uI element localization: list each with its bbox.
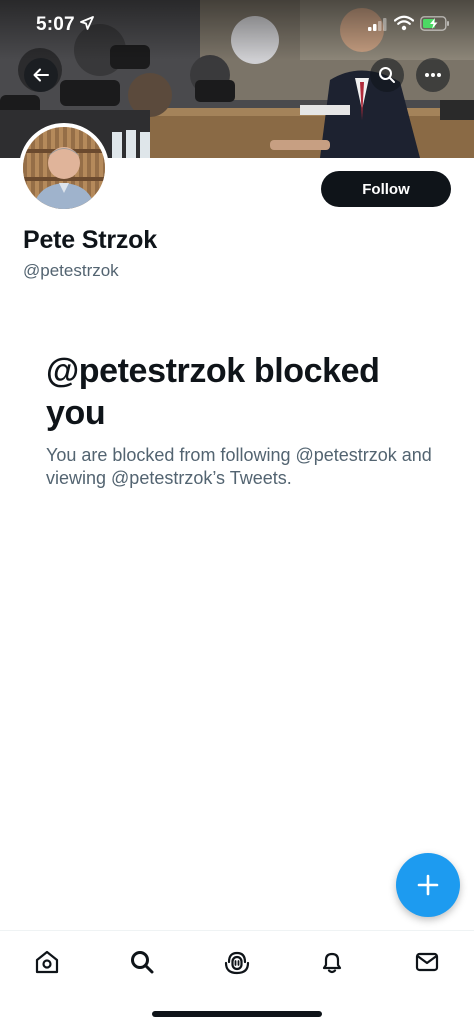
search-icon <box>131 951 154 974</box>
search-icon <box>379 67 395 83</box>
profile-display-name: Pete Strzok <box>23 226 157 254</box>
back-button[interactable] <box>24 58 58 92</box>
notifications-icon <box>322 952 342 974</box>
messages-icon <box>415 952 439 972</box>
spaces-icon <box>224 951 250 975</box>
profile-avatar[interactable] <box>19 123 109 213</box>
cellular-signal-icon <box>368 17 388 36</box>
compose-tweet-button[interactable] <box>396 853 460 917</box>
status-time: 5:07 <box>36 14 75 35</box>
follow-button[interactable]: Follow <box>321 171 451 207</box>
tab-notifications[interactable] <box>308 945 356 979</box>
status-bar: 5:07 <box>0 0 474 50</box>
tab-messages[interactable] <box>403 945 451 979</box>
avatar-photo <box>23 127 105 209</box>
blocked-description: You are blocked from following @petestrz… <box>46 445 432 488</box>
tab-home[interactable] <box>23 945 71 979</box>
search-button[interactable] <box>370 58 404 92</box>
home-icon <box>35 950 59 974</box>
arrow-left-icon <box>33 68 49 82</box>
tab-spaces[interactable] <box>213 945 261 979</box>
plus-icon <box>417 874 439 896</box>
wifi-icon <box>393 15 415 36</box>
more-options-button[interactable] <box>416 58 450 92</box>
battery-charging-icon <box>420 16 450 36</box>
tab-explore[interactable] <box>118 945 166 979</box>
profile-handle: @petestrzok <box>23 261 119 280</box>
blocked-title: @petestrzok blocked you <box>46 352 380 432</box>
home-indicator[interactable] <box>152 1011 322 1017</box>
more-horizontal-icon <box>425 73 441 77</box>
location-arrow-icon <box>80 16 94 35</box>
